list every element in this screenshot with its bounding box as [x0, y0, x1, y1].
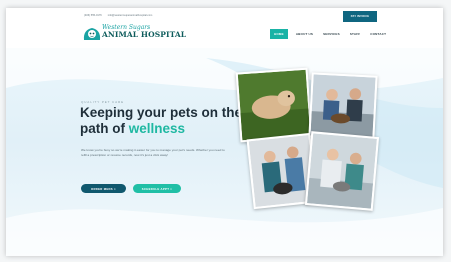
dog-on-grass-photo [235, 67, 313, 143]
contact-info: (406) 555-0176 info@westernsuperanimalho… [84, 14, 152, 17]
hero-section: QUALITY PET CARE Keeping your pets on th… [6, 48, 443, 256]
logo-line2: ANIMAL HOSPITAL [102, 30, 187, 39]
nav-contact[interactable]: CONTACT [368, 29, 388, 39]
hero-body: We know you're busy so we're making it e… [81, 148, 225, 158]
nav-services[interactable]: SERVICES [321, 29, 342, 39]
top-bar: (406) 555-0176 info@westernsuperanimalho… [6, 8, 443, 25]
schedule-appt-button[interactable]: SCHEDULE APPT > [133, 184, 181, 193]
cat-exam-photo [304, 131, 380, 211]
logo-icon[interactable] [82, 26, 102, 42]
hero-eyebrow: QUALITY PET CARE [81, 100, 124, 104]
site-header: Western Sugars ANIMAL HOSPITAL HOME ABOU… [6, 25, 443, 48]
hero-title-accent: wellness [128, 121, 186, 137]
nav-about-us[interactable]: ABOUT US [294, 29, 315, 39]
order-meds-button[interactable]: ORDER MEDS > [81, 184, 126, 193]
staff-with-pet-photo [308, 72, 378, 141]
phone-link[interactable]: (406) 555-0176 [84, 14, 102, 17]
nav-home[interactable]: HOME [270, 29, 288, 39]
email-link[interactable]: info@westernsuperanimalhospital.com [108, 14, 153, 17]
logo-wordmark[interactable]: Western Sugars ANIMAL HOSPITAL [102, 25, 186, 39]
web-page: (406) 555-0176 info@westernsuperanimalho… [6, 8, 443, 256]
nav-staff[interactable]: STAFF [348, 29, 362, 39]
pay-invoice-button[interactable]: PAY INVOICE [343, 11, 377, 22]
main-nav: HOME ABOUT US SERVICES STAFF CONTACT [270, 29, 388, 39]
